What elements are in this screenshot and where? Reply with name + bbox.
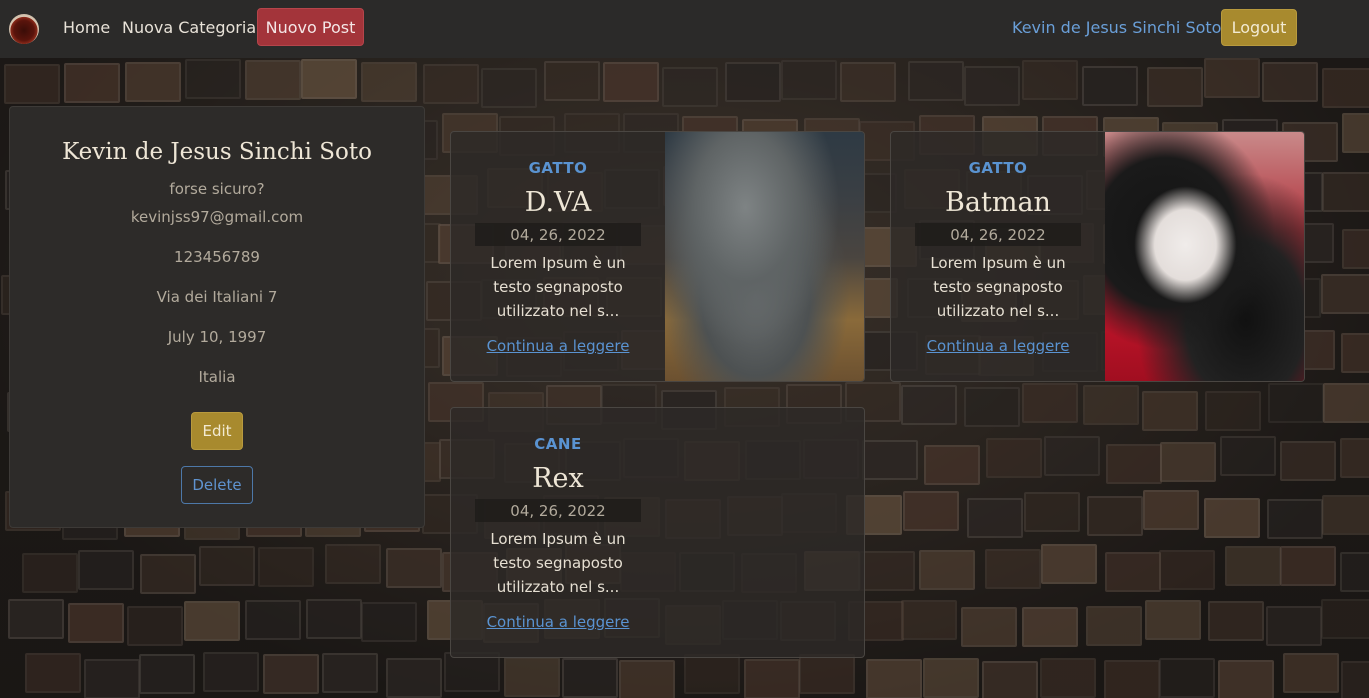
profile-phone: 123456789 (174, 248, 260, 266)
navbar: Home Nuova Categoria Nuovo Post Kevin de… (0, 0, 1369, 58)
profile-address: Via dei Italiani 7 (156, 288, 278, 306)
delete-button[interactable]: Delete (181, 466, 253, 504)
post-body: GATTO D.VA 04, 26, 2022 Lorem Ipsum è un… (451, 132, 665, 381)
read-more-link[interactable]: Continua a leggere (891, 337, 1105, 355)
avatar-logo-icon[interactable] (9, 14, 39, 44)
profile-country: Italia (198, 368, 236, 386)
post-title: Batman (945, 187, 1051, 218)
nav-home-link[interactable]: Home (63, 18, 110, 37)
new-post-button[interactable]: Nuovo Post (257, 8, 364, 46)
post-category[interactable]: CANE (451, 435, 665, 453)
post-card: GATTO Batman 04, 26, 2022 Lorem Ipsum è … (890, 131, 1305, 382)
edit-button[interactable]: Edit (191, 412, 243, 450)
post-date: 04, 26, 2022 (915, 223, 1081, 246)
nav-user-link[interactable]: Kevin de Jesus Sinchi Soto (1012, 18, 1221, 37)
profile-bio: forse sicuro? (169, 180, 265, 198)
black-white-kitten-photo (1105, 132, 1304, 381)
post-category[interactable]: GATTO (891, 159, 1105, 177)
post-title: D.VA (524, 187, 592, 218)
profile-card: Kevin de Jesus Sinchi Soto forse sicuro?… (9, 106, 425, 528)
read-more-link[interactable]: Continua a leggere (451, 337, 665, 355)
profile-email: kevinjss97@gmail.com (130, 208, 304, 226)
post-date: 04, 26, 2022 (475, 223, 641, 246)
post-body: GATTO Batman 04, 26, 2022 Lorem Ipsum è … (891, 132, 1105, 381)
post-date: 04, 26, 2022 (475, 499, 641, 522)
profile-birthdate: July 10, 1997 (167, 328, 267, 346)
post-excerpt: Lorem Ipsum è un testo segnaposto utiliz… (490, 254, 626, 320)
post-body: CANE Rex 04, 26, 2022 Lorem Ipsum è un t… (451, 408, 665, 657)
post-title: Rex (532, 463, 584, 494)
profile-name: Kevin de Jesus Sinchi Soto (62, 139, 372, 165)
logout-button[interactable]: Logout (1221, 9, 1297, 46)
post-card: CANE Rex 04, 26, 2022 Lorem Ipsum è un t… (450, 407, 865, 658)
post-excerpt: Lorem Ipsum è un testo segnaposto utiliz… (930, 254, 1066, 320)
post-category[interactable]: GATTO (451, 159, 665, 177)
post-excerpt: Lorem Ipsum è un testo segnaposto utiliz… (490, 530, 626, 596)
read-more-link[interactable]: Continua a leggere (451, 613, 665, 631)
nav-new-category-link[interactable]: Nuova Categoria (122, 18, 256, 37)
post-card: GATTO D.VA 04, 26, 2022 Lorem Ipsum è un… (450, 131, 865, 382)
grey-kitten-photo (665, 132, 864, 381)
